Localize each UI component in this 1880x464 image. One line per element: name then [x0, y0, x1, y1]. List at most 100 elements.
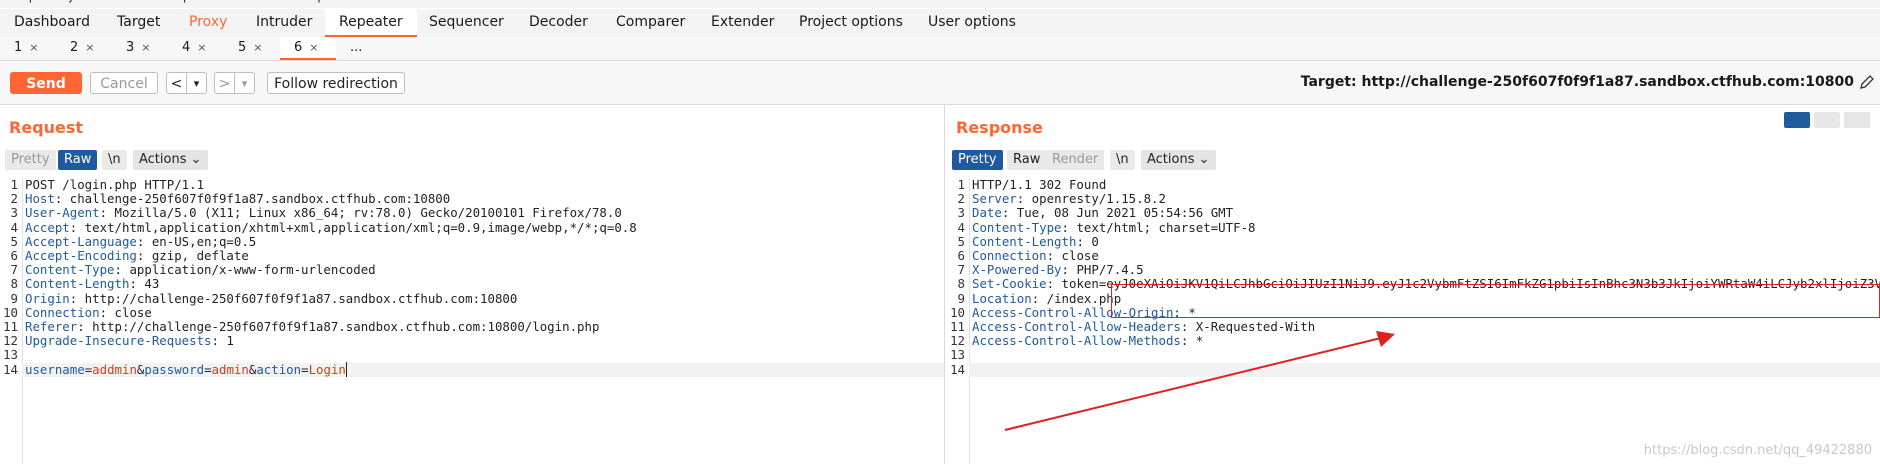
side-by-side-layout-icon[interactable] [1784, 112, 1810, 128]
request-pane: Request Pretty Raw \n Actions ⌄ 1 POST /l… [0, 105, 955, 464]
tab-project-options[interactable]: Project options [785, 9, 917, 36]
back-button[interactable]: < [166, 72, 186, 94]
header-value: : gzip, deflate [136, 248, 249, 263]
response-line: Connection: close [972, 248, 1099, 263]
tab-user-options[interactable]: User options [914, 9, 1030, 36]
tab-label: 4 [182, 40, 191, 55]
pretty-button[interactable]: Pretty [5, 150, 56, 170]
repeater-tab-2[interactable]: 2 × [56, 37, 112, 59]
line-number: 11 [3, 319, 18, 334]
param-value: admin [211, 361, 249, 377]
header-value: : 0 [1076, 233, 1099, 249]
line-number: 9 [10, 290, 18, 306]
header-value: : close [99, 304, 152, 320]
actions-menu-button[interactable]: Actions ⌄ [1141, 150, 1216, 170]
tab-decoder[interactable]: Decoder [515, 9, 602, 36]
request-line: Accept-Encoding: gzip, deflate [25, 248, 249, 263]
line-number: 1 [10, 177, 18, 192]
forward-menu-button[interactable]: ▾ [234, 72, 255, 94]
line-number: 11 [950, 319, 965, 334]
response-line: Server: openresty/1.15.8.2 [972, 192, 1166, 206]
stacked-layout-icon[interactable] [1814, 112, 1840, 128]
repeater-tab-1[interactable]: 1 × [0, 37, 56, 59]
tab-comparer[interactable]: Comparer [602, 9, 699, 36]
header-name: Origin [25, 290, 70, 306]
repeater-tab-3[interactable]: 3 × [112, 37, 168, 59]
line-number: 12 [950, 333, 965, 349]
newline-toggle[interactable]: \n [1110, 150, 1135, 170]
header-name: Referer [25, 319, 78, 334]
header-name: Server [972, 191, 1017, 207]
pretty-button[interactable]: Pretty [952, 150, 1003, 170]
close-icon[interactable]: × [29, 41, 38, 54]
request-line: User-Agent: Mozilla/5.0 (X11; Linux x86_… [25, 206, 622, 220]
param-name: password [144, 361, 205, 377]
annotation-arrow-icon [1004, 331, 1395, 431]
tab-dashboard[interactable]: Dashboard [0, 9, 104, 36]
main-tab-bar: Dashboard Target Proxy Intruder Repeater… [0, 9, 1880, 38]
tab-intruder[interactable]: Intruder [242, 9, 326, 36]
line-number: 6 [957, 248, 965, 263]
response-title: Response [956, 118, 1043, 137]
line-number: 10 [950, 304, 965, 320]
line-number: 3 [957, 205, 965, 221]
line-number: 13 [3, 347, 18, 363]
param-name: action [256, 361, 302, 377]
header-name: Date [972, 205, 1002, 221]
raw-button[interactable]: Raw [1007, 150, 1047, 170]
tab-sequencer[interactable]: Sequencer [415, 9, 518, 36]
line-number: 14 [950, 361, 965, 377]
header-value: : en-US,en;q=0.5 [136, 233, 257, 249]
header-name: Content-Type [25, 262, 115, 278]
header-value: : openresty/1.15.8.2 [1016, 191, 1166, 207]
repeater-tab-5[interactable]: 5 × [224, 37, 280, 59]
request-line: POST /login.php HTTP/1.1 [25, 177, 204, 192]
header-name: Set-Cookie [972, 276, 1047, 292]
line-number: 8 [10, 276, 18, 292]
header-name: Connection [25, 304, 100, 320]
request-line: Content-Type: application/x-www-form-url… [25, 263, 376, 277]
newline-toggle[interactable]: \n [102, 150, 127, 170]
request-title: Request [9, 118, 84, 137]
header-name: Content-Length [972, 233, 1077, 249]
render-button[interactable]: Render [1046, 150, 1105, 170]
send-button[interactable]: Send [10, 72, 82, 94]
line-number: 9 [957, 290, 965, 306]
header-value: HTTP/1.1 302 Found [972, 177, 1107, 192]
header-value: : close [1046, 248, 1099, 263]
follow-redirection-button[interactable]: Follow redirection [267, 72, 405, 94]
line-number: 4 [957, 219, 965, 235]
request-line: Accept-Language: en-US,en;q=0.5 [25, 233, 257, 249]
repeater-tab-6[interactable]: 6 × [280, 37, 336, 60]
tab-proxy[interactable]: Proxy [175, 9, 241, 36]
close-icon[interactable]: × [253, 41, 262, 54]
tabs-layout-icon[interactable] [1844, 112, 1870, 128]
actions-menu-button[interactable]: Actions ⌄ [133, 150, 208, 170]
edit-target-icon[interactable] [1858, 73, 1876, 91]
response-line: Date: Tue, 08 Jun 2021 05:54:56 GMT [972, 206, 1233, 220]
cancel-button[interactable]: Cancel [90, 72, 158, 94]
request-line: Connection: close [25, 304, 152, 320]
back-menu-button[interactable]: ▾ [186, 72, 207, 94]
header-value: : http://challenge-250f607f0f9f1a87.sand… [69, 290, 518, 306]
tab-label: 5 [238, 40, 247, 55]
close-icon[interactable]: × [85, 41, 94, 54]
line-number: 13 [950, 347, 965, 363]
line-gutter [969, 178, 970, 464]
repeater-tab-4[interactable]: 4 × [168, 37, 224, 59]
param-name: username [25, 361, 85, 377]
close-icon[interactable]: × [309, 41, 318, 54]
tab-target[interactable]: Target [103, 9, 174, 36]
response-line: Content-Type: text/html; charset=UTF-8 [972, 220, 1256, 235]
tab-repeater[interactable]: Repeater [325, 9, 417, 37]
header-value: : application/x-www-form-urlencoded [114, 262, 376, 278]
raw-button[interactable]: Raw [58, 150, 98, 170]
repeater-tab-new[interactable]: ... [336, 37, 392, 59]
close-icon[interactable]: × [197, 41, 206, 54]
tab-extender[interactable]: Extender [697, 9, 788, 36]
forward-button[interactable]: > [214, 72, 234, 94]
menu-bar: BurpProjectIntruderRepeaterWindowHelp [0, 0, 1880, 8]
close-icon[interactable]: × [141, 41, 150, 54]
line-number: 8 [957, 276, 965, 292]
request-line: Upgrade-Insecure-Requests: 1 [25, 334, 234, 348]
